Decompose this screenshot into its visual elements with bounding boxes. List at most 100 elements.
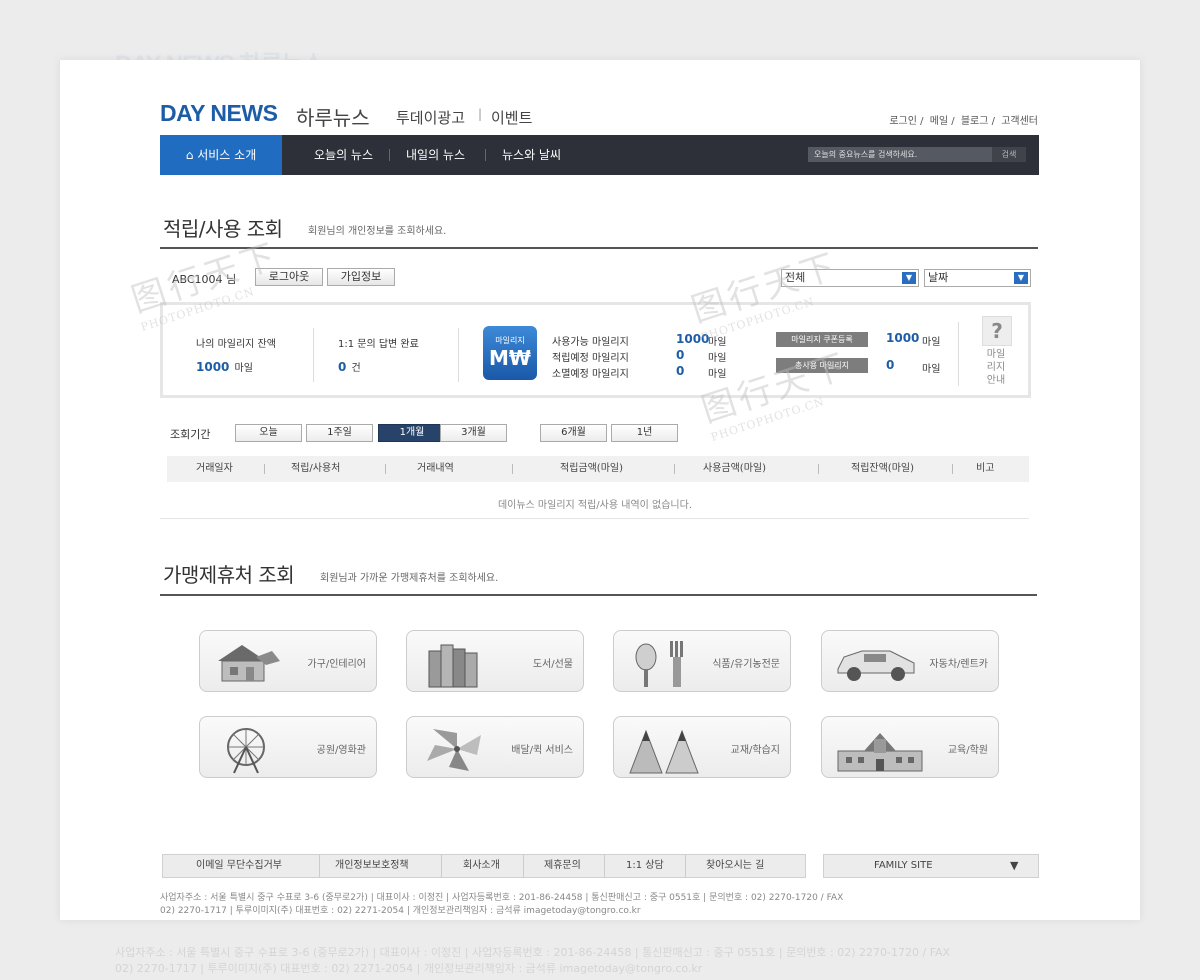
period-tab-1week[interactable]: 1주일 bbox=[306, 424, 373, 442]
qa-unit: 건 bbox=[351, 363, 361, 374]
footer-link-consult[interactable]: 1:1 상담 bbox=[626, 855, 664, 877]
event-link[interactable]: 이벤트 bbox=[491, 107, 532, 128]
footer-link-email-policy[interactable]: 이메일 무단수집거부 bbox=[196, 855, 282, 877]
qa-value: 0 건 bbox=[338, 356, 361, 375]
category-label: 공원/영화관 bbox=[316, 745, 366, 756]
coupon-mileage-value: 1000 bbox=[886, 331, 920, 345]
unit: 마일 bbox=[922, 337, 941, 348]
category-card-education[interactable]: 교육/학원 bbox=[821, 716, 999, 778]
divider bbox=[958, 322, 959, 386]
column-divider bbox=[952, 464, 953, 474]
blog-link[interactable]: 블로그 bbox=[961, 116, 989, 127]
column-header: 거래내역 bbox=[417, 463, 454, 474]
ferris-wheel-icon bbox=[212, 725, 292, 779]
footer-divider bbox=[685, 855, 686, 877]
divider bbox=[458, 328, 459, 382]
nav-item-service[interactable]: ⌂ 서비스 소개 bbox=[160, 135, 282, 175]
login-link[interactable]: 로그인 bbox=[889, 116, 917, 127]
category-label: 교재/학습지 bbox=[730, 745, 780, 756]
section-rule bbox=[160, 247, 1038, 249]
footer-company-info: 사업자주소 : 서울 특별시 중구 수표로 3-6 (중무로2가) | 대표이사… bbox=[160, 892, 940, 918]
balance-number: 1000 bbox=[196, 360, 230, 374]
mileage-guide-link[interactable]: 마일 리지 안내 bbox=[980, 348, 1012, 387]
balance-label: 나의 마일리지 잔액 bbox=[196, 339, 276, 350]
ad-link[interactable]: 투데이광고 bbox=[396, 107, 465, 128]
available-mileage-label: 사용가능 마일리지 bbox=[552, 337, 629, 348]
main-nav: ⌂ 서비스 소개 오늘의 뉴스 내일의 뉴스 뉴스와 날씨 오늘의 중요뉴스를 … bbox=[160, 135, 1039, 175]
category-label: 도서/선물 bbox=[532, 659, 573, 670]
nav-item-tomorrow-news[interactable]: 내일의 뉴스 bbox=[406, 135, 465, 175]
footer-link-partnership[interactable]: 제휴문의 bbox=[544, 855, 581, 877]
chevron-down-icon: ▼ bbox=[1010, 859, 1019, 872]
section-rule bbox=[160, 594, 1037, 596]
section-title-partners: 가맹제휴처 조회 bbox=[163, 563, 295, 587]
divider: | bbox=[478, 107, 483, 121]
expiring-mileage-label: 소멸예정 마일리지 bbox=[552, 369, 629, 380]
period-tab-6months[interactable]: 6개월 bbox=[540, 424, 607, 442]
page-card: DAY NEWS 하루뉴스 투데이광고 | 이벤트 로그인 / 메일 / 블로그… bbox=[60, 60, 1140, 920]
footer-divider bbox=[319, 855, 320, 877]
period-label: 조회기간 bbox=[170, 428, 211, 441]
logo[interactable]: DAY NEWS bbox=[160, 100, 278, 127]
unit: 마일 bbox=[708, 353, 727, 364]
logo-subtitle: 하루뉴스 bbox=[296, 106, 370, 130]
qa-label: 1:1 문의 답변 완료 bbox=[338, 339, 419, 350]
footer-divider bbox=[441, 855, 442, 877]
divider bbox=[313, 328, 314, 382]
category-card-car[interactable]: 자동차/렌트카 bbox=[821, 630, 999, 692]
category-label: 자동차/렌트카 bbox=[929, 659, 988, 670]
background-ghost-footer: 사업자주소 : 서울 특별시 중구 수표로 3-6 (중무로2가) | 대표이사… bbox=[115, 945, 950, 977]
car-icon bbox=[834, 639, 918, 689]
section-subtitle-mileage: 회원님의 개인정보를 조회하세요. bbox=[308, 226, 447, 237]
category-card-food[interactable]: 식품/유기농전문 bbox=[613, 630, 791, 692]
category-label: 가구/인테리어 bbox=[307, 659, 366, 670]
utility-links: 로그인 / 메일 / 블로그 / 고객센터 bbox=[889, 116, 1038, 127]
footer-link-company[interactable]: 회사소개 bbox=[463, 855, 500, 877]
search-button[interactable]: 검색 bbox=[992, 147, 1026, 162]
period-tab-3months[interactable]: 3개월 bbox=[440, 424, 507, 442]
chevron-down-icon: ▼ bbox=[1014, 272, 1028, 284]
column-divider bbox=[818, 464, 819, 474]
category-card-books[interactable]: 도서/선물 bbox=[406, 630, 584, 692]
category-card-park[interactable]: 공원/영화관 bbox=[199, 716, 377, 778]
column-header: 적립잔액(마일) bbox=[851, 463, 915, 474]
period-tab-1year[interactable]: 1년 bbox=[611, 424, 678, 442]
mail-link[interactable]: 메일 bbox=[930, 116, 948, 127]
section-subtitle-partners: 회원님과 가까운 가맹제휴처를 조회하세요. bbox=[320, 573, 499, 584]
history-table-header: 거래일자 적립/사용처 거래내역 적립금액(마일) 사용금액(마일) 적립잔액(… bbox=[167, 456, 1029, 482]
category-card-furniture[interactable]: 가구/인테리어 bbox=[199, 630, 377, 692]
expiring-mileage-value: 0 bbox=[676, 364, 685, 378]
nav-item-label: 서비스 소개 bbox=[197, 148, 257, 162]
nav-item-today-news[interactable]: 오늘의 뉴스 bbox=[314, 135, 373, 175]
period-tab-1month[interactable]: 1개월 bbox=[378, 424, 446, 442]
column-header: 비고 bbox=[976, 463, 995, 474]
column-divider bbox=[512, 464, 513, 474]
category-label: 식품/유기농전문 bbox=[712, 659, 780, 670]
member-info-button[interactable]: 가입정보 bbox=[327, 268, 395, 286]
support-link[interactable]: 고객센터 bbox=[1001, 116, 1038, 127]
column-header: 적립금액(마일) bbox=[560, 463, 624, 474]
footer-link-directions[interactable]: 찾아오시는 길 bbox=[706, 855, 764, 877]
balance-unit: 마일 bbox=[234, 363, 253, 374]
column-header: 적립/사용처 bbox=[291, 463, 341, 474]
family-site-select[interactable]: FAMILY SITE ▼ bbox=[823, 854, 1039, 878]
mileage-badge-icon: 마일리지 M₩ bbox=[483, 326, 537, 380]
guide-text: 리지 bbox=[986, 362, 1006, 373]
column-header: 거래일자 bbox=[196, 463, 233, 474]
date-select[interactable]: 날짜 ▼ bbox=[924, 269, 1031, 287]
empty-table-message: 데이뉴스 마일리지 적립/사용 내역이 없습니다. bbox=[497, 500, 693, 511]
pending-mileage-label: 적립예정 마일리지 bbox=[552, 353, 629, 364]
nav-item-news-weather[interactable]: 뉴스와 날씨 bbox=[502, 135, 561, 175]
footer-link-privacy[interactable]: 개인정보보호정책 bbox=[335, 855, 409, 877]
period-tab-today[interactable]: 오늘 bbox=[235, 424, 302, 442]
guide-text: 안내 bbox=[986, 375, 1006, 386]
utensils-icon bbox=[626, 639, 698, 693]
balance-value: 1000 마일 bbox=[196, 356, 253, 375]
help-icon[interactable]: ? bbox=[982, 316, 1012, 346]
column-divider bbox=[385, 464, 386, 474]
category-card-delivery[interactable]: 배달/퀵 서비스 bbox=[406, 716, 584, 778]
badge-mark: M₩ bbox=[489, 346, 531, 370]
category-card-study[interactable]: 교재/학습지 bbox=[613, 716, 791, 778]
search-input[interactable]: 오늘의 중요뉴스를 검색하세요. bbox=[808, 147, 994, 162]
ghost-footer-line: 사업자주소 : 서울 특별시 중구 수표로 3-6 (중무로2가) | 대표이사… bbox=[115, 946, 951, 959]
